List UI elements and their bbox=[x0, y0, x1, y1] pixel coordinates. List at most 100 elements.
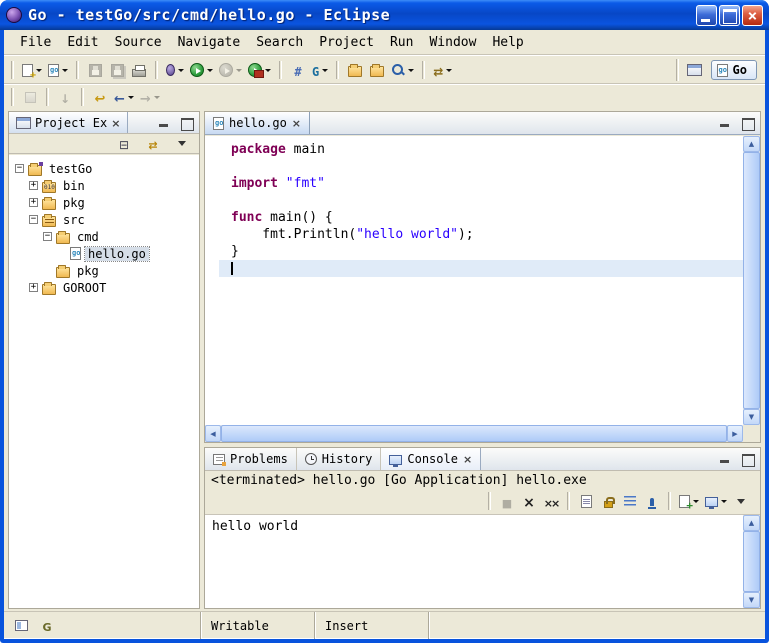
code-line[interactable]: package main bbox=[219, 141, 743, 158]
search-button[interactable] bbox=[388, 59, 417, 81]
scroll-left-button[interactable] bbox=[205, 425, 221, 442]
scroll-up-button[interactable] bbox=[743, 515, 760, 531]
console-output[interactable]: hello world bbox=[205, 515, 760, 538]
menu-navigate[interactable]: Navigate bbox=[170, 32, 249, 53]
window-maximize-button[interactable] bbox=[719, 5, 740, 26]
dropdown-arrow-icon[interactable] bbox=[721, 500, 727, 503]
open-resource-button[interactable] bbox=[366, 59, 388, 81]
dropdown-arrow-icon[interactable] bbox=[178, 69, 184, 72]
code-line[interactable]: } bbox=[219, 243, 743, 260]
expand-toggle-icon[interactable]: + bbox=[29, 181, 38, 190]
dropdown-arrow-icon[interactable] bbox=[408, 69, 414, 72]
scroll-right-button[interactable] bbox=[727, 425, 743, 442]
menu-search[interactable]: Search bbox=[248, 32, 311, 53]
tree-item-cmd[interactable]: −cmd bbox=[9, 228, 199, 245]
code-line[interactable]: fmt.Println("hello world"); bbox=[219, 226, 743, 243]
dropdown-arrow-icon[interactable] bbox=[62, 69, 68, 72]
menu-project[interactable]: Project bbox=[311, 32, 382, 53]
display-selected-console-button[interactable] bbox=[702, 490, 730, 512]
debug-button[interactable] bbox=[163, 59, 187, 81]
open-console-button[interactable] bbox=[676, 490, 702, 512]
dropdown-arrow-icon[interactable] bbox=[36, 69, 42, 72]
menu-source[interactable]: Source bbox=[107, 32, 170, 53]
clear-console-button[interactable] bbox=[575, 490, 597, 512]
pin-console-button[interactable] bbox=[641, 490, 663, 512]
maximize-editor-button[interactable] bbox=[740, 115, 756, 131]
close-icon[interactable] bbox=[463, 452, 472, 466]
remove-all-terminated-button[interactable] bbox=[540, 490, 562, 512]
scrollbar-thumb[interactable] bbox=[743, 152, 760, 409]
open-perspective-button[interactable] bbox=[684, 59, 706, 81]
last-edit-location-button[interactable] bbox=[89, 86, 111, 108]
collapse-toggle-icon[interactable]: − bbox=[43, 232, 52, 241]
dropdown-arrow-icon[interactable] bbox=[236, 69, 242, 72]
expand-toggle-icon[interactable]: + bbox=[29, 283, 38, 292]
view-menu-button[interactable] bbox=[171, 133, 193, 155]
scroll-up-button[interactable] bbox=[743, 136, 760, 152]
code-area[interactable]: package main import "fmt" func main() { fm… bbox=[205, 136, 743, 425]
fast-view-button[interactable] bbox=[12, 617, 30, 635]
menu-file[interactable]: File bbox=[12, 32, 59, 53]
dropdown-arrow-icon[interactable] bbox=[207, 69, 213, 72]
menu-run[interactable]: Run bbox=[382, 32, 421, 53]
dropdown-arrow-icon[interactable] bbox=[154, 96, 160, 99]
scroll-lock-button[interactable] bbox=[597, 490, 619, 512]
console-view-menu-button[interactable] bbox=[730, 490, 752, 512]
run-button[interactable] bbox=[187, 59, 216, 81]
dropdown-arrow-icon[interactable] bbox=[446, 69, 452, 72]
collapse-toggle-icon[interactable]: − bbox=[29, 215, 38, 224]
tab-project-explorer[interactable]: Project Ex bbox=[9, 112, 128, 133]
menu-edit[interactable]: Edit bbox=[59, 32, 106, 53]
scrollbar-thumb[interactable] bbox=[743, 531, 760, 592]
go-launch-status-button[interactable] bbox=[38, 617, 56, 635]
print-button[interactable] bbox=[128, 59, 150, 81]
editor-tab-hello-go[interactable]: hello.go bbox=[205, 112, 310, 134]
code-line[interactable]: import "fmt" bbox=[219, 175, 743, 192]
new-wizard-button[interactable] bbox=[19, 59, 45, 81]
link-with-editor-button[interactable] bbox=[142, 133, 164, 155]
tree-item-src[interactable]: −src bbox=[9, 211, 199, 228]
tree-item-bin[interactable]: +bin bbox=[9, 177, 199, 194]
dropdown-arrow-icon[interactable] bbox=[128, 96, 134, 99]
scrollbar-thumb[interactable] bbox=[221, 425, 727, 442]
tree-item-pkg[interactable]: +pkg bbox=[9, 194, 199, 211]
tab-problems[interactable]: Problems bbox=[205, 448, 297, 470]
minimize-view-button[interactable] bbox=[156, 115, 172, 131]
tree-item-hello.go[interactable]: hello.go bbox=[9, 245, 199, 262]
back-history-button[interactable] bbox=[111, 86, 137, 108]
scroll-down-button[interactable] bbox=[743, 409, 760, 425]
code-line[interactable] bbox=[219, 192, 743, 209]
tab-console[interactable]: Console bbox=[381, 448, 481, 470]
goclipse-button[interactable] bbox=[309, 59, 331, 81]
menu-help[interactable]: Help bbox=[484, 32, 531, 53]
word-wrap-button[interactable] bbox=[619, 490, 641, 512]
tree-item-pkg[interactable]: pkg bbox=[9, 262, 199, 279]
scroll-down-button[interactable] bbox=[743, 592, 760, 608]
minimize-editor-button[interactable] bbox=[717, 115, 733, 131]
external-tools-button[interactable] bbox=[245, 59, 274, 81]
perspective-go-button[interactable]: Go bbox=[711, 60, 757, 80]
project-tree[interactable]: −testGo+bin+pkg−src−cmdhello.gopkg+GOROO… bbox=[9, 155, 199, 608]
maximize-console-button[interactable] bbox=[740, 451, 756, 467]
remove-launch-button[interactable] bbox=[518, 490, 540, 512]
new-go-project-button[interactable] bbox=[287, 59, 309, 81]
titlebar[interactable]: Go - testGo/src/cmd/hello.go - Eclipse bbox=[0, 0, 769, 30]
open-archive-button[interactable] bbox=[344, 59, 366, 81]
dropdown-arrow-icon[interactable] bbox=[265, 69, 271, 72]
close-icon[interactable] bbox=[292, 116, 301, 130]
code-line[interactable] bbox=[219, 260, 743, 277]
window-minimize-button[interactable] bbox=[696, 5, 717, 26]
collapse-all-button[interactable] bbox=[113, 133, 135, 155]
tree-item-GOROOT[interactable]: +GOROOT bbox=[9, 279, 199, 296]
maximize-view-button[interactable] bbox=[179, 115, 195, 131]
collapse-toggle-icon[interactable]: − bbox=[15, 164, 24, 173]
code-line[interactable]: func main() { bbox=[219, 209, 743, 226]
team-sync-button[interactable] bbox=[430, 59, 455, 81]
close-icon[interactable] bbox=[111, 116, 120, 130]
tab-history[interactable]: History bbox=[297, 448, 382, 470]
new-go-element-button[interactable] bbox=[45, 59, 71, 81]
tree-item-testGo[interactable]: −testGo bbox=[9, 160, 199, 177]
menu-window[interactable]: Window bbox=[421, 32, 484, 53]
code-line[interactable] bbox=[219, 158, 743, 175]
expand-toggle-icon[interactable]: + bbox=[29, 198, 38, 207]
